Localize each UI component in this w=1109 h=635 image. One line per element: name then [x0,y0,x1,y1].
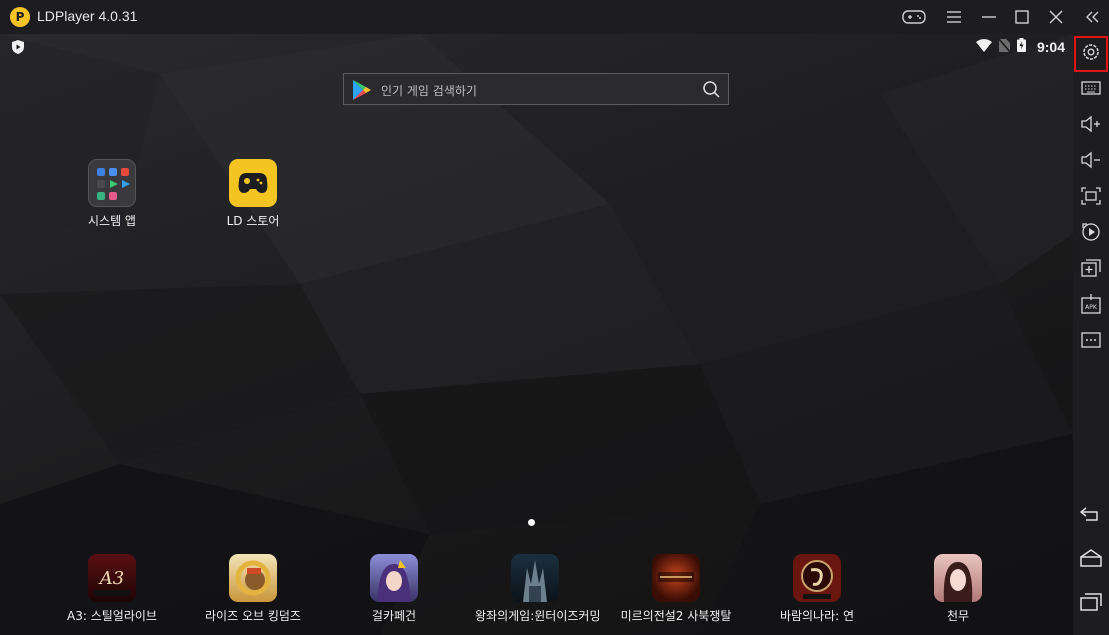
minimize-icon[interactable] [976,5,1002,29]
app-legend-of-mir[interactable]: 미르의전설2 사북쟁탈 [616,554,736,624]
ldplayer-logo-icon: P [10,7,30,27]
settings-icon [1080,41,1102,67]
maximize-icon[interactable] [1009,5,1035,29]
legend-of-mir-icon [652,554,700,602]
clock: 9:04 [1036,38,1065,55]
record-icon[interactable] [1079,220,1103,244]
app-kingdom-of-winds[interactable]: 바람의나라: 연 [757,554,877,624]
rise-of-kingdoms-icon [229,554,277,602]
title-bar: P LDPlayer 4.0.31 [0,0,1109,34]
keyboard-icon[interactable] [1079,76,1103,100]
status-bar: 9:04 [975,37,1065,56]
menu-icon[interactable] [941,5,967,29]
battery-charging-icon [1016,37,1026,56]
search-icon[interactable] [702,80,720,102]
a3-game-icon: A3 [88,554,136,602]
app-label: 시스템 앱 [88,214,136,228]
kingdom-of-winds-icon [793,554,841,602]
app-game-of-thrones[interactable]: 왕좌의게임:윈터이즈커밍 [475,554,601,624]
shield-icon [12,39,24,58]
app-label: 미르의전설2 사북쟁탈 [620,609,732,623]
close-icon[interactable] [1043,5,1069,29]
girl-cafe-gun-icon [370,554,418,602]
system-apps-folder-icon [88,159,136,207]
app-label: 왕좌의게임:윈터이즈커밍 [475,609,601,623]
right-toolbar: APK [1073,34,1109,635]
svg-text:A3: A3 [98,568,124,589]
google-play-icon [353,80,371,104]
app-label: 라이즈 오브 킹덤즈 [205,609,301,623]
wifi-icon [975,37,992,56]
game-of-thrones-icon [511,554,559,602]
back-icon[interactable] [1079,502,1103,526]
app-label: 천무 [946,609,970,623]
recent-apps-icon[interactable] [1079,590,1103,614]
settings-button[interactable] [1074,36,1108,72]
page-indicator [528,519,535,526]
app-rise-of-kingdoms[interactable]: 라이즈 오브 킹덤즈 [193,554,313,624]
volume-up-icon[interactable] [1079,112,1103,136]
app-label: 걸카페건 [371,609,417,623]
app-label: LD 스토어 [226,214,280,228]
ldplayer-window: P LDPlayer 4.0.31 9:04 인기 게임 검색하기 시스템 앱 … [0,0,1109,635]
app-cheonmu[interactable]: 천무 [898,554,1018,624]
app-system-apps[interactable]: 시스템 앱 [52,159,172,229]
android-screen[interactable]: 9:04 인기 게임 검색하기 시스템 앱 LD 스토어 A3 A3: 스틸얼라… [0,34,1073,635]
cheonmu-icon [934,554,982,602]
home-icon[interactable] [1079,546,1103,570]
more-icon[interactable] [1079,328,1103,352]
app-ld-store[interactable]: LD 스토어 [193,159,313,229]
no-sim-icon [998,37,1011,56]
window-title: LDPlayer 4.0.31 [37,8,138,24]
app-label: A3: 스틸얼라이브 [67,609,157,623]
search-bar[interactable]: 인기 게임 검색하기 [343,73,729,105]
volume-down-icon[interactable] [1079,148,1103,172]
app-a3-still-alive[interactable]: A3 A3: 스틸얼라이브 [52,554,172,624]
multi-instance-icon[interactable] [1079,256,1103,280]
app-girl-cafe-gun[interactable]: 걸카페건 [334,554,454,624]
fullscreen-icon[interactable] [1079,184,1103,208]
wallpaper [0,34,1073,635]
gamepad-icon[interactable] [901,5,927,29]
apk-install-icon[interactable]: APK [1079,292,1103,316]
search-input[interactable]: 인기 게임 검색하기 [381,82,477,99]
svg-text:APK: APK [1085,304,1098,311]
ld-store-icon [229,159,277,207]
collapse-sidebar-icon[interactable] [1079,5,1105,29]
app-label: 바람의나라: 연 [779,609,855,623]
